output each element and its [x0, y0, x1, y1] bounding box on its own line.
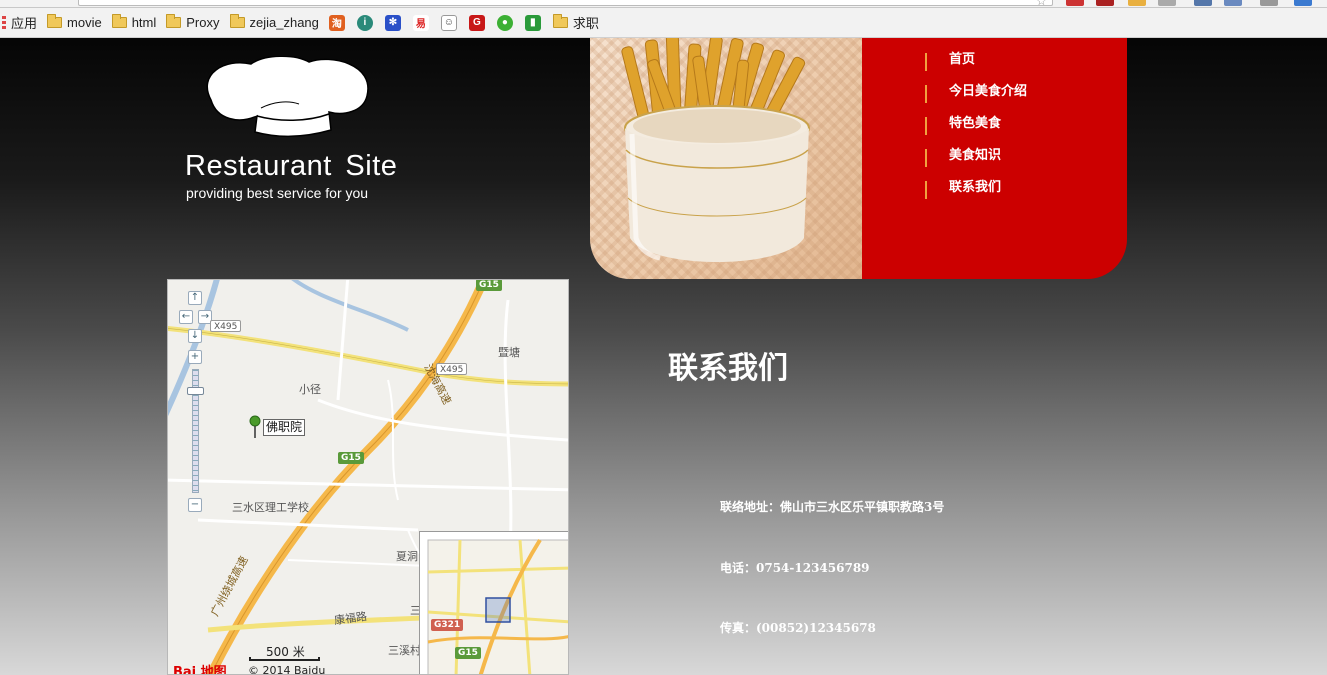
extension-icon[interactable] [1158, 0, 1176, 6]
bookmark-label: html [131, 15, 157, 30]
zoom-in-button[interactable]: + [188, 350, 202, 364]
map-copyright: © 2014 Baidu [248, 664, 326, 675]
overview-map[interactable]: G321 G15 [419, 531, 568, 674]
contact-fax: 传真：(00852)12345678 [720, 621, 876, 635]
baidu-paw-icon[interactable]: ✻ [384, 14, 401, 31]
extension-icon[interactable] [1260, 0, 1278, 6]
wechat-icon[interactable]: ● [496, 14, 513, 31]
extension-icon[interactable] [1224, 0, 1242, 6]
zoom-slider-handle[interactable] [187, 387, 204, 395]
main-nav: 首页 今日美食介绍 特色美食 美食知识 联系我们 [862, 38, 1127, 279]
nav-item-featured-food[interactable]: 特色美食 [862, 114, 1127, 146]
food-photo [590, 38, 862, 279]
road-shield: X495 [210, 320, 242, 332]
bookmark-label: movie [67, 15, 102, 30]
map-marker-label[interactable]: 佛职院 [263, 419, 306, 436]
bookmark-label: 应用 [11, 16, 38, 31]
contact-heading: 联系我们 [668, 351, 788, 386]
bookmark-folder-html[interactable]: html [111, 12, 157, 34]
yi-icon[interactable]: 易 [412, 14, 429, 31]
site-title: Restaurant Site [185, 150, 398, 182]
map-place-label: 暨塘 [498, 346, 520, 359]
green-book-icon[interactable]: ▮ [524, 14, 541, 31]
road-shield: G15 [338, 452, 364, 464]
extension-icon[interactable] [1294, 0, 1312, 6]
pan-up-button[interactable]: ↑ [188, 291, 202, 305]
taobao-icon[interactable]: 淘 [328, 14, 345, 31]
zoom-out-button[interactable]: − [188, 498, 202, 512]
baidu-map-logo[interactable]: Bai 地图 [173, 661, 227, 674]
pan-down-button[interactable]: ↓ [188, 329, 202, 343]
folder-icon [552, 14, 568, 28]
apps-grid-icon [2, 15, 6, 30]
road-shield: G15 [455, 647, 481, 659]
g-icon[interactable]: G [468, 14, 485, 31]
map-place-label: 小径 [299, 383, 321, 396]
site-tagline: providing best service for you [186, 185, 369, 201]
address-bar-strip: ☆ [0, 0, 1327, 8]
hero-banner: 首页 今日美食介绍 特色美食 美食知识 联系我们 [590, 38, 1127, 279]
road-shield: G321 [431, 619, 464, 631]
site-icon[interactable]: i [356, 14, 373, 31]
location-map[interactable]: ↑ ← → ↓ + − G15 G15 X495 X495 小径 暨塘 三水区理… [167, 279, 569, 675]
bookmark-folder-proxy[interactable]: Proxy [166, 12, 220, 34]
road-shield: G15 [476, 280, 502, 291]
extension-icon[interactable] [1066, 0, 1084, 6]
robot-icon[interactable]: ☺ [440, 14, 457, 31]
bookmark-folder-zejia-zhang[interactable]: zejia_zhang [229, 12, 319, 34]
nav-item-food-knowledge[interactable]: 美食知识 [862, 146, 1127, 178]
extension-icon[interactable] [1128, 0, 1146, 6]
bookmark-label: zejia_zhang [249, 15, 319, 30]
bookmarks-bar: 应用 movie html Proxy zejia_zhang 淘 i ✻ 易 … [0, 8, 1327, 38]
folder-icon [229, 14, 245, 28]
pan-left-button[interactable]: ← [179, 310, 193, 324]
nav-item-home[interactable]: 首页 [862, 50, 1127, 82]
map-place-label: 三水区理工学校 [232, 501, 309, 514]
map-place-label: 夏洞 [396, 550, 418, 563]
bookmark-folder-qiuzhi[interactable]: 求职 [552, 12, 599, 34]
extension-icon[interactable] [1194, 0, 1212, 6]
folder-icon [111, 14, 127, 28]
bookmark-label: 求职 [572, 16, 599, 31]
contact-phone: 电话：0754-123456789 [720, 561, 870, 575]
address-bar[interactable] [78, 0, 1053, 6]
nav-item-contact[interactable]: 联系我们 [862, 178, 1127, 210]
contact-address: 联络地址：佛山市三水区乐平镇职教路3号 [720, 500, 945, 514]
bookmark-apps[interactable]: 应用 [2, 12, 37, 34]
map-scale-bar [249, 657, 320, 661]
map-place-label: 三溪村 [388, 644, 421, 657]
overview-map-roads [427, 538, 568, 674]
extension-icon[interactable] [1096, 0, 1114, 6]
bookmark-label: Proxy [186, 15, 220, 30]
folder-icon [166, 14, 182, 28]
chef-hat-icon [206, 56, 369, 138]
nav-item-today-food[interactable]: 今日美食介绍 [862, 82, 1127, 114]
bookmark-folder-movie[interactable]: movie [47, 12, 102, 34]
folder-icon [47, 14, 63, 28]
bookmark-star-icon[interactable]: ☆ [1036, 0, 1047, 8]
